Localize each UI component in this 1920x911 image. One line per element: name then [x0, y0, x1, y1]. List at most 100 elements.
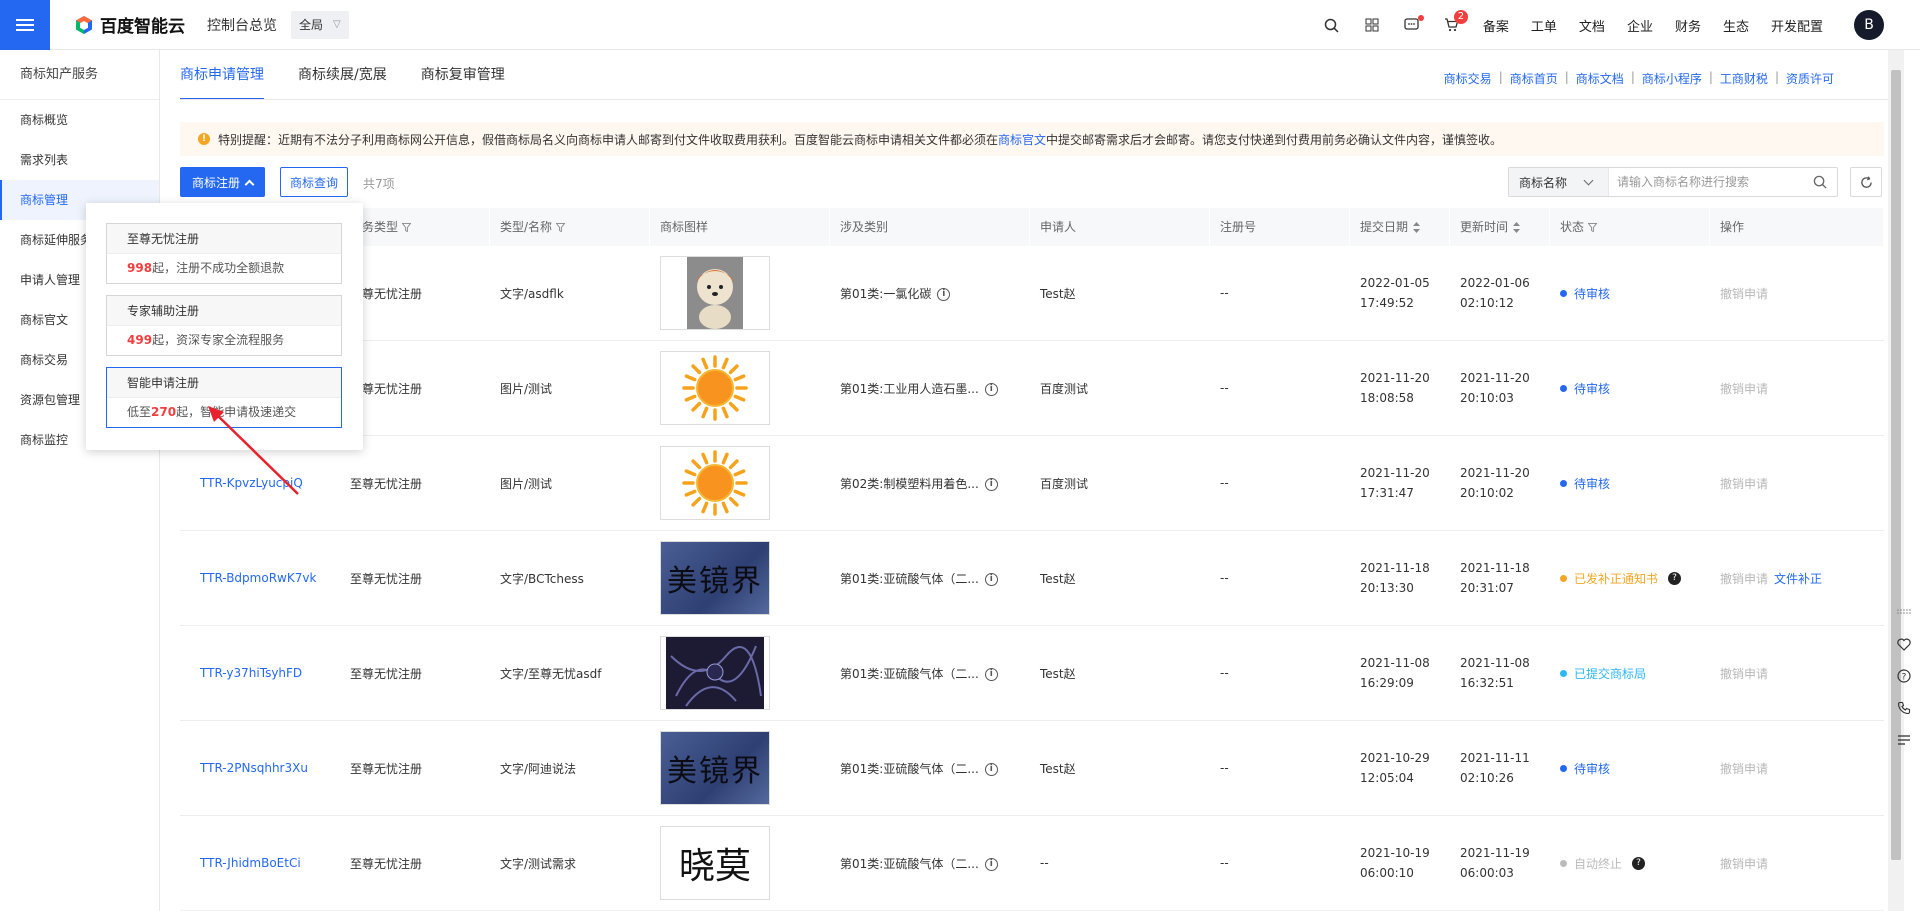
trademark-thumbnail[interactable]: 晓莫 [660, 826, 770, 900]
header-label: 类型/名称 [500, 220, 553, 234]
revoke-application-button[interactable]: 撤销申请 [1720, 477, 1768, 491]
vertical-scrollbar[interactable] [1888, 50, 1904, 911]
refresh-button[interactable] [1850, 167, 1882, 197]
apps-grid-icon[interactable] [1352, 18, 1392, 32]
option-expert-register[interactable]: 专家辅助注册 499起，资深专家全流程服务 [106, 295, 342, 356]
search-input[interactable] [1609, 175, 1813, 189]
info-icon[interactable]: i [984, 382, 998, 396]
search-field-select[interactable]: 商标名称 [1509, 168, 1609, 196]
info-icon[interactable]: i [984, 477, 998, 491]
trademark-thumbnail[interactable] [660, 446, 770, 520]
sort-icon[interactable] [1413, 221, 1421, 233]
trademark-thumbnail[interactable]: 美镜界 [660, 731, 770, 805]
application-id-link[interactable]: TTR-2PNsqhhr3Xu [180, 761, 340, 775]
top-link-docs[interactable]: 文档 [1579, 16, 1605, 35]
list-icon[interactable] [1888, 724, 1920, 756]
calligraphy-image: 美镜界 [661, 732, 769, 804]
quick-link-docs[interactable]: 商标文档 [1576, 70, 1624, 87]
quick-link-license[interactable]: 资质许可 [1786, 70, 1834, 87]
top-link-enterprise[interactable]: 企业 [1627, 16, 1653, 35]
sidebar-item-overview[interactable]: 商标概览 [0, 100, 159, 140]
trademark-thumbnail[interactable] [660, 351, 770, 425]
table-row: 至尊无忧注册 图片/测试 第01类:工业用人造石墨... i 百度测试 -- 2021-11… [180, 341, 1884, 436]
filter-icon[interactable] [402, 222, 412, 232]
info-icon[interactable]: i [984, 762, 998, 776]
quick-link-home[interactable]: 商标首页 [1510, 70, 1558, 87]
cart-icon[interactable]: 2 [1432, 10, 1472, 32]
update-time: 20:10:02 [1460, 486, 1514, 500]
drag-handle-icon[interactable] [1888, 596, 1920, 628]
revoke-application-button[interactable]: 撤销申请 [1720, 667, 1768, 681]
tab-review[interactable]: 商标复审管理 [421, 50, 505, 100]
sort-icon[interactable] [1513, 221, 1521, 233]
notice-official-docs-link[interactable]: 商标官文 [998, 133, 1046, 147]
top-link-ecosystem[interactable]: 生态 [1723, 16, 1749, 35]
column-header-type-name[interactable]: 类型/名称 [490, 208, 650, 246]
revoke-application-button[interactable]: 撤销申请 [1720, 382, 1768, 396]
register-dropdown-button[interactable]: 商标注册 [180, 167, 266, 197]
top-link-dev-config[interactable]: 开发配置 [1771, 16, 1823, 35]
revoke-application-button[interactable]: 撤销申请 [1720, 762, 1768, 776]
menu-icon[interactable] [0, 0, 50, 50]
quick-link-business-tax[interactable]: 工商财税 [1720, 70, 1768, 87]
search-icon[interactable] [1312, 18, 1352, 33]
info-icon[interactable]: i [937, 287, 951, 301]
actions-cell: 撤销申请 [1710, 380, 1884, 397]
reg-no-cell: -- [1220, 381, 1229, 395]
console-overview-link[interactable]: 控制台总览 [207, 15, 277, 35]
file-correction-link[interactable]: 文件补正 [1774, 572, 1822, 586]
phone-icon[interactable] [1888, 692, 1920, 724]
query-button[interactable]: 商标查询 [280, 167, 349, 197]
column-header-update-time[interactable]: 更新时间 [1450, 208, 1550, 246]
quick-link-trading[interactable]: 商标交易 [1444, 70, 1492, 87]
column-header-submit-date[interactable]: 提交日期 [1350, 208, 1450, 246]
application-id-link[interactable]: TTR-y37hiTsyhFD [180, 666, 340, 680]
top-link-beian[interactable]: 备案 [1483, 16, 1509, 35]
quick-link-mini-program[interactable]: 商标小程序 [1642, 70, 1702, 87]
application-id-link[interactable]: TTR-JhidmBoEtCi [180, 856, 340, 870]
trademark-thumbnail[interactable]: 美镜界 [660, 541, 770, 615]
service-type-cell: 至尊无忧注册 [350, 761, 423, 776]
top-link-finance[interactable]: 财务 [1675, 16, 1701, 35]
info-icon[interactable]: i [984, 572, 998, 586]
submit-date-cell: 2021-11-08 16:29:09 [1350, 653, 1450, 693]
application-id-link[interactable]: TTR-BdpmoRwK7vk [180, 571, 340, 585]
help-question-icon[interactable]: ? [1632, 856, 1646, 870]
trademark-thumbnail[interactable] [660, 636, 770, 710]
submit-date: 2021-11-18 [1360, 561, 1430, 575]
top-link-ticket[interactable]: 工单 [1531, 16, 1557, 35]
submit-time: 16:29:09 [1360, 676, 1414, 690]
info-icon[interactable]: i [984, 857, 998, 871]
revoke-application-button[interactable]: 撤销申请 [1720, 857, 1768, 871]
message-icon[interactable] [1392, 15, 1432, 32]
red-arrow-annotation [208, 406, 299, 495]
column-header-status[interactable]: 状态 [1550, 208, 1710, 246]
class-text: 第01类:亚硫酸气体（二... [840, 666, 979, 681]
table-row: TTR-KpvzLyucpiQ 至尊无忧注册 图片/测试 第02类:制模塑料用着色..… [180, 436, 1884, 531]
brand-logo[interactable]: 百度智能云 [74, 12, 185, 37]
trademark-image-cell [650, 256, 830, 330]
revoke-application-button[interactable]: 撤销申请 [1720, 572, 1768, 586]
reg-no-cell: -- [1220, 856, 1229, 870]
actions-cell: 撤销申请 [1710, 855, 1884, 872]
revoke-application-button[interactable]: 撤销申请 [1720, 287, 1768, 301]
tab-renewal[interactable]: 商标续展/宽展 [298, 50, 387, 100]
submit-time: 18:08:58 [1360, 391, 1414, 405]
avatar[interactable]: B [1854, 10, 1884, 40]
update-date: 2021-11-20 [1460, 371, 1530, 385]
trademark-thumbnail[interactable] [660, 256, 770, 330]
filter-icon[interactable] [1588, 222, 1598, 232]
option-premium-register[interactable]: 至尊无忧注册 998起，注册不成功全额退款 [106, 223, 342, 284]
favorite-heart-icon[interactable] [1888, 628, 1920, 660]
sidebar-item-requirements[interactable]: 需求列表 [0, 140, 159, 180]
service-type-cell: 至尊无忧注册 [350, 666, 423, 681]
table-row: TTR-BdpmoRwK7vk 至尊无忧注册 文字/BCTchess 美镜界 第01类:… [180, 531, 1884, 626]
notice-text-after: 中提交邮寄需求后才会邮寄。请您支付快递到付费用前务必确认文件内容，谨慎签收。 [1046, 132, 1503, 147]
filter-icon[interactable] [556, 222, 566, 232]
region-select[interactable]: 全局 ▽ [291, 10, 349, 39]
help-question-icon[interactable]: ? [1888, 660, 1920, 692]
help-question-icon[interactable]: ? [1668, 571, 1682, 585]
info-icon[interactable]: i [984, 667, 998, 681]
tab-application-management[interactable]: 商标申请管理 [180, 50, 264, 100]
search-icon[interactable] [1813, 175, 1827, 189]
